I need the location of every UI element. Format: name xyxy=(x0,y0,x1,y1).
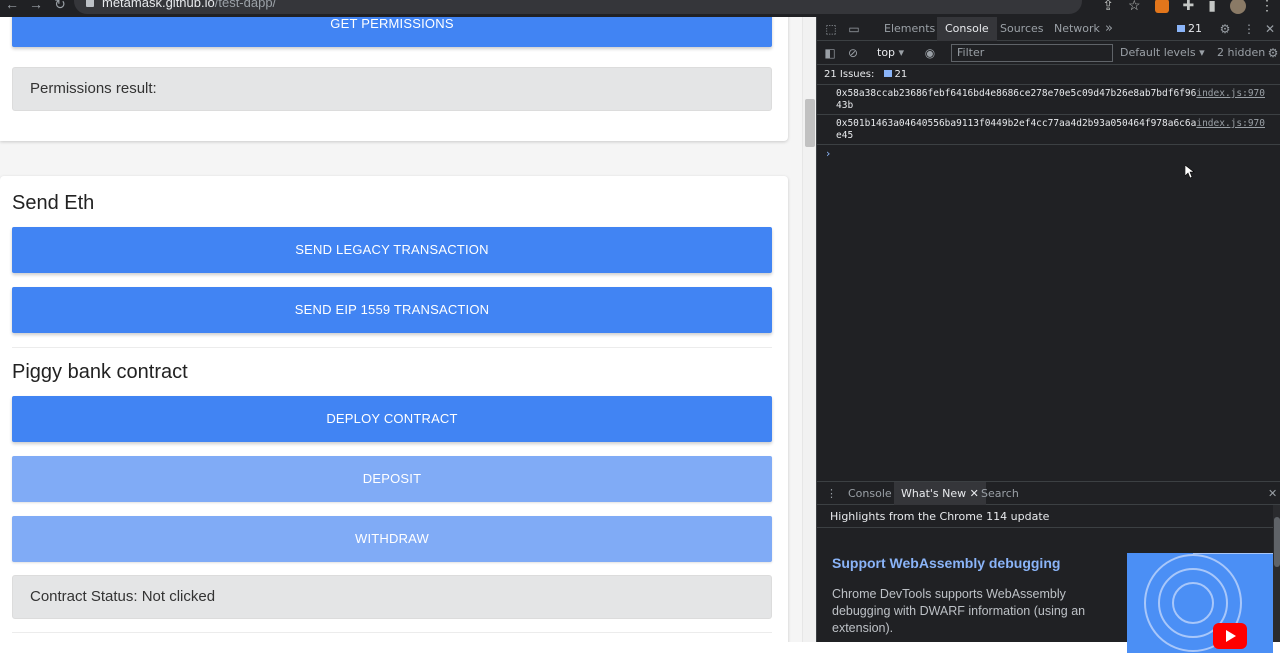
console-message: 0x58a38ccab23686febf6416bd4e8686ce278e70… xyxy=(817,86,1280,115)
reload-icon[interactable]: ↻ xyxy=(48,0,72,13)
console-filter-input[interactable]: Filter xyxy=(951,44,1113,62)
close-drawer-icon[interactable]: ✕ xyxy=(1268,482,1277,505)
issues-badge[interactable]: 21 xyxy=(1173,21,1206,37)
deploy-contract-button[interactable]: DEPLOY CONTRACT xyxy=(12,396,772,442)
permissions-result: Permissions result: xyxy=(12,67,772,111)
mouse-cursor-icon xyxy=(1185,165,1195,179)
metamask-extension-icon[interactable] xyxy=(1154,0,1169,13)
drawer-tab-search[interactable]: Search xyxy=(981,482,1019,505)
close-devtools-icon[interactable]: ✕ xyxy=(1263,22,1277,36)
close-tab-icon[interactable]: ✕ xyxy=(970,487,979,500)
divider xyxy=(12,632,772,633)
divider xyxy=(12,347,772,348)
piggy-bank-heading: Piggy bank contract xyxy=(12,361,188,383)
drawer-menu-icon[interactable]: ⋮ xyxy=(826,482,837,505)
page-scrollbar[interactable] xyxy=(802,17,816,642)
scrollbar-thumb[interactable] xyxy=(1274,517,1280,567)
context-selector[interactable]: top ▾ xyxy=(877,41,904,65)
send-eth-heading: Send Eth xyxy=(12,192,95,214)
settings-gear-icon[interactable]: ⚙ xyxy=(1218,22,1232,36)
feature-video-thumbnail[interactable] xyxy=(1127,553,1273,653)
nav-buttons: ← → ↻ xyxy=(0,0,72,13)
webassembly-illustration xyxy=(1127,553,1273,653)
get-permissions-button[interactable]: GET PERMISSIONS xyxy=(12,17,772,47)
eye-icon[interactable]: ◉ xyxy=(923,46,937,60)
feature-title-link[interactable]: Support WebAssembly debugging xyxy=(832,555,1060,571)
divider xyxy=(817,527,1280,528)
flag-icon xyxy=(883,70,892,77)
log-text: 43b xyxy=(836,100,854,111)
tab-sources[interactable]: Sources xyxy=(1000,17,1044,41)
console-prompt[interactable]: › xyxy=(826,147,830,160)
issues-label: 21 Issues: xyxy=(824,69,875,80)
tab-network[interactable]: Network xyxy=(1054,17,1100,41)
console-settings-icon[interactable]: ⚙ xyxy=(1266,46,1280,60)
log-source-link[interactable]: index.js:970 xyxy=(1196,118,1265,130)
devtools-panel: ⬚ ▭ Elements Console Sources Network » 2… xyxy=(816,17,1280,653)
drawer-tab-bar: ⋮ Console What's New ✕ Search ✕ xyxy=(817,481,1280,505)
bookmark-star-icon[interactable]: ☆ xyxy=(1128,0,1141,14)
device-toolbar-icon[interactable]: ▭ xyxy=(847,22,861,36)
devtools-tab-bar: ⬚ ▭ Elements Console Sources Network » 2… xyxy=(817,17,1280,41)
log-levels-dropdown[interactable]: Default levels ▾ xyxy=(1120,41,1205,65)
tab-elements[interactable]: Elements xyxy=(884,17,935,41)
dapp-page: GET PERMISSIONS Permissions result: Send… xyxy=(0,17,802,642)
drawer-tab-console[interactable]: Console xyxy=(848,482,892,505)
devtools-menu-icon[interactable]: ⋮ xyxy=(1242,22,1256,36)
console-toolbar: ◧ ⊘ top ▾ ◉ Filter Default levels ▾ 2 hi… xyxy=(817,41,1280,65)
sidebar-toggle-icon[interactable]: ◧ xyxy=(823,46,837,60)
drawer-tab-whats-new[interactable]: What's New ✕ xyxy=(894,482,986,505)
issues-bar[interactable]: 21 Issues: 21 xyxy=(817,65,1280,85)
issues-count: 21 xyxy=(894,69,908,80)
browser-menu-icon[interactable]: ⋮ xyxy=(1260,0,1274,14)
whats-new-highlights: Highlights from the Chrome 114 update xyxy=(830,510,1050,523)
clear-console-icon[interactable]: ⊘ xyxy=(846,46,860,60)
back-icon[interactable]: ← xyxy=(0,0,24,12)
flag-icon xyxy=(1177,25,1185,32)
send-legacy-transaction-button[interactable]: SEND LEGACY TRANSACTION xyxy=(12,227,772,273)
chevron-down-icon: ▾ xyxy=(1199,46,1205,59)
lock-icon xyxy=(86,0,94,7)
address-bar[interactable]: metamask.github.io/test-dapp/ xyxy=(74,0,1082,14)
browser-actions: ⇪ ☆ ✚ ▮ ⋮ xyxy=(1102,0,1274,14)
contract-status: Contract Status: Not clicked xyxy=(12,575,772,619)
hidden-count: 2 hidden xyxy=(1217,46,1266,59)
deposit-button[interactable]: DEPOSIT xyxy=(12,456,772,502)
send-eth-card: Send Eth SEND LEGACY TRANSACTION SEND EI… xyxy=(0,176,788,642)
browser-toolbar: ← → ↻ metamask.github.io/test-dapp/ ⇪ ☆ ✚ … xyxy=(0,0,1280,17)
whats-new-panel: Highlights from the Chrome 114 update Su… xyxy=(817,505,1280,653)
forward-icon[interactable]: → xyxy=(24,0,48,12)
profile-avatar[interactable] xyxy=(1230,0,1246,14)
inspect-element-icon[interactable]: ⬚ xyxy=(824,22,838,36)
url-text: metamask.github.io/test-dapp/ xyxy=(102,0,277,10)
log-text: e45 xyxy=(836,130,854,141)
share-icon[interactable]: ⇪ xyxy=(1102,0,1114,14)
chevron-down-icon: ▾ xyxy=(898,46,905,59)
drawer-scrollbar[interactable] xyxy=(1273,505,1280,642)
send-eip1559-transaction-button[interactable]: SEND EIP 1559 TRANSACTION xyxy=(12,287,772,333)
log-source-link[interactable]: index.js:970 xyxy=(1196,88,1265,100)
feature-description: Chrome DevTools supports WebAssembly deb… xyxy=(832,587,1086,635)
sidepanel-icon[interactable]: ▮ xyxy=(1208,0,1216,14)
scrollbar-thumb[interactable] xyxy=(805,99,815,147)
tab-console[interactable]: Console xyxy=(937,17,997,41)
permissions-card: GET PERMISSIONS Permissions result: xyxy=(0,17,788,141)
console-message: 0x501b1463a04640556ba9113f0449b2ef4cc77a… xyxy=(817,116,1280,145)
withdraw-button[interactable]: WITHDRAW xyxy=(12,516,772,562)
extensions-puzzle-icon[interactable]: ✚ xyxy=(1183,0,1195,14)
more-tabs-icon[interactable]: » xyxy=(1105,17,1113,41)
